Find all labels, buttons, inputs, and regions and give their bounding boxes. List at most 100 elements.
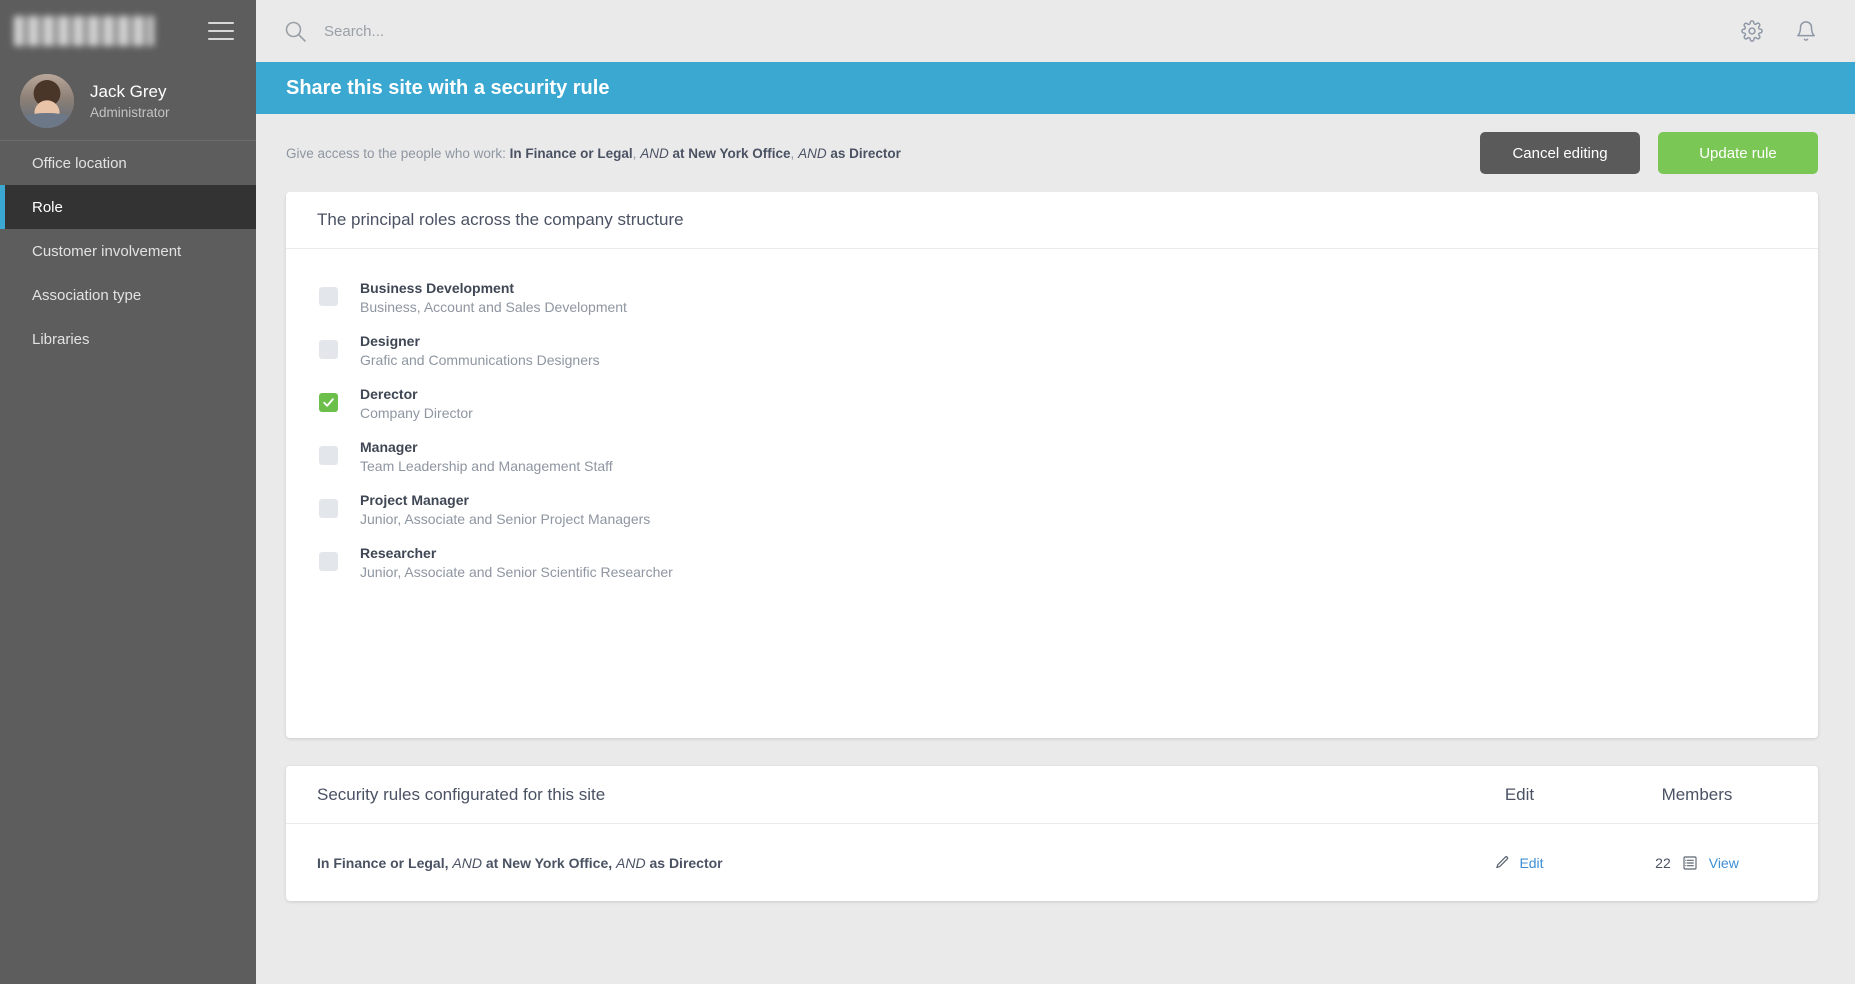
role-checkbox[interactable]: [319, 499, 338, 518]
role-name: Business Development: [360, 280, 515, 296]
sidebar-item-label: Role: [32, 198, 63, 216]
cancel-editing-button[interactable]: Cancel editing: [1480, 132, 1640, 174]
security-rules-card: Security rules configurated for this sit…: [286, 766, 1818, 901]
rule-comma: ,: [444, 854, 449, 871]
role-item-business-development[interactable]: Business Development Business, Account a…: [286, 271, 1818, 324]
company-logo[interactable]: [14, 16, 154, 46]
app-root: Jack Grey Administrator Office location …: [0, 0, 1855, 984]
column-header-edit: Edit: [1504, 784, 1535, 804]
edit-link[interactable]: Edit: [1519, 855, 1543, 871]
hamburger-menu-icon[interactable]: [208, 22, 234, 40]
gear-icon[interactable]: [1741, 20, 1763, 42]
role-text: Researcher Junior, Associate and Senior …: [360, 545, 673, 580]
role-description: Junior, Associate and Senior Project Man…: [360, 511, 651, 527]
roles-card-header: The principal roles across the company s…: [286, 192, 1818, 249]
user-profile[interactable]: Jack Grey Administrator: [0, 62, 256, 141]
roles-card-title: The principal roles across the company s…: [317, 210, 684, 229]
rule-segment-office: at New York Office: [485, 854, 609, 871]
role-name: Designer: [360, 333, 420, 349]
security-rules-header: Security rules configurated for this sit…: [286, 766, 1818, 824]
profile-text: Jack Grey Administrator: [90, 82, 170, 120]
rule-segment-role: as Director: [649, 854, 723, 871]
sidebar-item-office-location[interactable]: Office location: [0, 141, 256, 185]
topbar: [256, 0, 1855, 62]
rule-segment-department: In Finance or Legal: [509, 145, 633, 161]
role-checkbox[interactable]: [319, 552, 338, 571]
topbar-icons: [1741, 20, 1817, 42]
rule-segment-department: In Finance or Legal: [317, 854, 445, 871]
view-link[interactable]: View: [1709, 855, 1739, 871]
role-name: Project Manager: [360, 492, 469, 508]
rule-operator-and: AND: [798, 145, 827, 161]
rule-segment-office: at New York Office: [672, 145, 791, 161]
role-name: Researcher: [360, 545, 437, 561]
role-text: Project Manager Junior, Associate and Se…: [360, 492, 650, 527]
page-title: Share this site with a security rule: [286, 76, 610, 99]
rule-operator-and: AND: [452, 854, 482, 871]
sidebar-item-label: Libraries: [32, 330, 90, 348]
role-description: Grafic and Communications Designers: [360, 352, 600, 368]
main-area: Share this site with a security rule Giv…: [256, 0, 1855, 984]
rule-summary-bar: Give access to the people who work: In F…: [256, 114, 1855, 192]
members-cell: 22 View: [1607, 855, 1787, 871]
action-buttons: Cancel editing Update rule: [1480, 132, 1818, 174]
role-description: Junior, Associate and Senior Scientific …: [360, 564, 673, 580]
column-header-members: Members: [1661, 784, 1733, 804]
role-item-manager[interactable]: Manager Team Leadership and Management S…: [286, 430, 1818, 483]
roles-list: Business Development Business, Account a…: [286, 249, 1818, 589]
sidebar-item-customer-involvement[interactable]: Customer involvement: [0, 229, 256, 273]
profile-name: Jack Grey: [90, 82, 167, 101]
role-checkbox[interactable]: [319, 446, 338, 465]
rule-comma: ,: [608, 854, 613, 871]
rule-comma: ,: [632, 145, 637, 161]
role-checkbox[interactable]: [319, 287, 338, 306]
role-description: Team Leadership and Management Staff: [360, 458, 613, 474]
search-bar[interactable]: [283, 19, 1741, 43]
table-row: In Finance or Legal, AND at New York Off…: [286, 824, 1818, 901]
role-text: Business Development Business, Account a…: [360, 280, 627, 315]
pencil-icon: [1496, 856, 1509, 869]
update-rule-button[interactable]: Update rule: [1658, 132, 1818, 174]
bell-icon[interactable]: [1795, 20, 1817, 42]
rule-comma: ,: [790, 145, 795, 161]
role-text: Designer Grafic and Communications Desig…: [360, 333, 600, 368]
role-description: Business, Account and Sales Development: [360, 299, 627, 315]
rule-operator-and: AND: [640, 145, 669, 161]
search-icon: [285, 21, 306, 42]
role-name: Derector: [360, 386, 418, 402]
role-item-project-manager[interactable]: Project Manager Junior, Associate and Se…: [286, 483, 1818, 536]
members-list-icon: [1683, 855, 1697, 870]
role-item-researcher[interactable]: Researcher Junior, Associate and Senior …: [286, 536, 1818, 589]
page-banner: Share this site with a security rule: [256, 62, 1855, 114]
content-area: The principal roles across the company s…: [256, 192, 1855, 984]
rule-segment-role: as Director: [830, 145, 901, 161]
avatar: [20, 74, 74, 128]
column-header-description: Security rules configurated for this sit…: [317, 784, 606, 804]
role-checkbox[interactable]: [319, 340, 338, 359]
rule-description: In Finance or Legal, AND at New York Off…: [317, 855, 1432, 871]
role-text: Derector Company Director: [360, 386, 473, 421]
search-input[interactable]: [324, 22, 744, 40]
role-name: Manager: [360, 439, 418, 455]
sidebar-item-role[interactable]: Role: [0, 185, 256, 229]
edit-cell: Edit: [1432, 855, 1607, 871]
rule-operator-and: AND: [616, 854, 646, 871]
sidebar-nav: Office location Role Customer involvemen…: [0, 141, 256, 361]
role-description: Company Director: [360, 405, 473, 421]
rule-summary-prefix: Give access to the people who work:: [286, 145, 506, 161]
sidebar-item-label: Customer involvement: [32, 242, 182, 260]
sidebar-item-label: Office location: [32, 154, 127, 172]
sidebar-item-association-type[interactable]: Association type: [0, 273, 256, 317]
role-text: Manager Team Leadership and Management S…: [360, 439, 613, 474]
roles-card: The principal roles across the company s…: [286, 192, 1818, 738]
role-checkbox-checked[interactable]: [319, 393, 338, 412]
role-item-designer[interactable]: Designer Grafic and Communications Desig…: [286, 324, 1818, 377]
member-count: 22: [1655, 854, 1671, 871]
rule-summary-text: Give access to the people who work: In F…: [286, 146, 901, 161]
profile-role: Administrator: [90, 105, 170, 120]
sidebar-item-label: Association type: [32, 286, 142, 304]
sidebar-header: [0, 0, 256, 62]
sidebar-item-libraries[interactable]: Libraries: [0, 317, 256, 361]
role-item-derector[interactable]: Derector Company Director: [286, 377, 1818, 430]
sidebar: Jack Grey Administrator Office location …: [0, 0, 256, 984]
